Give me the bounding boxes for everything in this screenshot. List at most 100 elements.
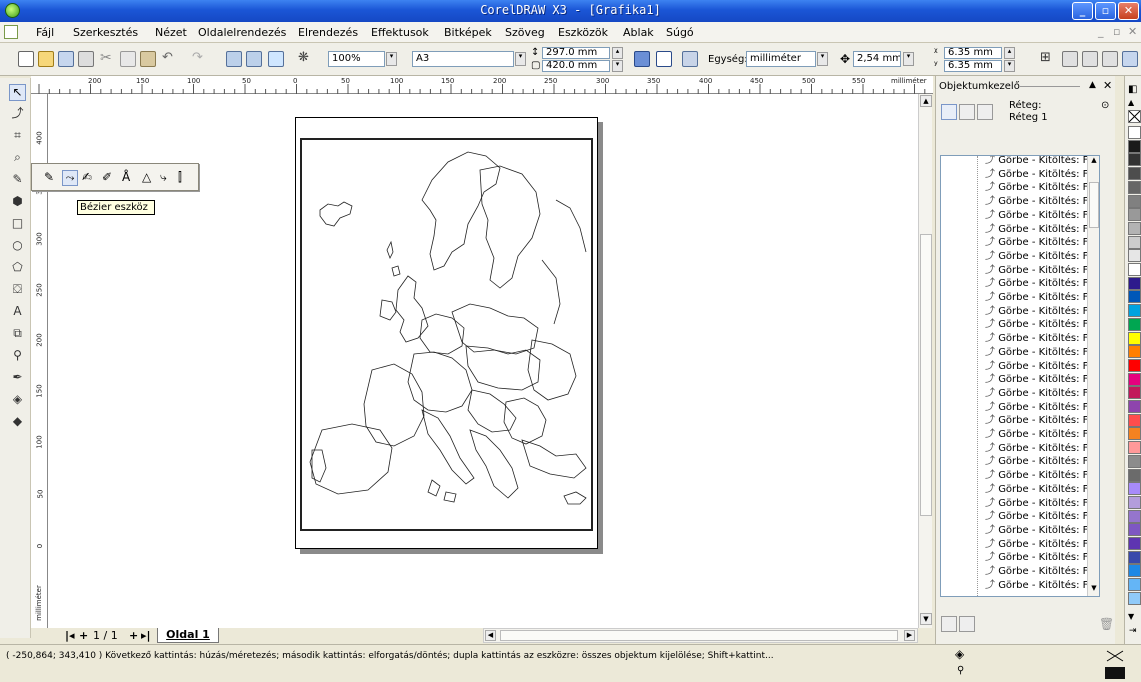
dimension-tool-icon[interactable]: ⫿ [178,170,194,186]
snap-grid-icon[interactable] [1062,51,1078,67]
smart-fill-tool-icon[interactable]: ⬢ [9,194,26,211]
zoom-tool-icon[interactable]: ⌕ [9,150,26,167]
close-button[interactable]: ✕ [1118,2,1139,20]
grid-icon[interactable]: ⊞ [1040,51,1056,67]
doc-restore-icon[interactable]: ▫ [1113,25,1120,38]
pick-tool-icon[interactable]: ↖ [9,84,26,101]
palette-scroll-down-icon[interactable]: ▼ [1128,612,1134,621]
color-swatch[interactable] [1128,180,1141,194]
snap-guides-icon[interactable] [1082,51,1098,67]
add-page-before-icon[interactable]: + [79,629,88,642]
color-swatch[interactable] [1128,372,1141,386]
object-list-item[interactable]: ⤴ Görbe - Kitöltés: F [985,578,1088,594]
hscroll-thumb[interactable] [500,630,898,641]
europe-map[interactable] [302,140,591,529]
palette-scroll-up-icon[interactable]: ▲ [1128,98,1134,107]
undo-icon[interactable]: ↶ [162,51,178,67]
save-icon[interactable] [58,51,74,67]
3-point-curve-icon[interactable]: △ [142,170,158,186]
color-swatch[interactable] [1128,413,1141,427]
paper-type-field[interactable]: A3 [412,51,514,67]
canvas-horizontal-scrollbar[interactable]: ◀ ▶ [483,628,918,643]
duplicate-x-field[interactable]: 6.35 mm [944,47,1002,59]
nudge-field[interactable]: 2,54 mm [853,51,901,67]
interactive-blend-tool-icon[interactable]: ⧉ [9,326,26,343]
new-icon[interactable] [18,51,34,67]
open-icon[interactable] [38,51,54,67]
color-swatch[interactable] [1128,591,1141,605]
scroll-up-icon[interactable]: ▲ [920,95,932,107]
maximize-button[interactable]: ▫ [1095,2,1116,20]
menu-file[interactable]: Fájl [36,26,54,39]
palette-menu-icon[interactable]: ◧ [1128,84,1137,95]
color-swatch[interactable] [1128,550,1141,564]
duplicate-y-spinner[interactable]: ▾ [1004,60,1015,72]
snap-objects-icon[interactable] [1102,51,1118,67]
color-swatch[interactable] [1128,276,1141,290]
paper-height-spinner[interactable]: ▾ [612,60,623,72]
color-swatch[interactable] [1128,495,1141,509]
color-swatch[interactable] [1128,386,1141,400]
page-tab[interactable]: Oldal 1 [157,628,219,643]
menu-help[interactable]: Súgó [666,26,694,39]
portrait-icon[interactable] [634,51,650,67]
menu-bitmaps[interactable]: Bitképek [444,26,492,39]
menu-layout[interactable]: Oldalelrendezés [198,26,286,39]
all-pages-icon[interactable] [682,51,698,67]
palette-expand-icon[interactable]: ⇥ [1129,626,1137,636]
freehand-flyout-icon[interactable]: ✎ [44,170,60,186]
import-icon[interactable] [226,51,242,67]
first-page-icon[interactable]: |◂ [65,629,75,642]
paper-width-spinner[interactable]: ▴ [612,47,623,59]
document-icon[interactable] [4,25,18,39]
color-swatch[interactable] [1128,221,1141,235]
crop-tool-icon[interactable]: ⌗ [9,128,26,145]
duplicate-y-field[interactable]: 6.35 mm [944,60,1002,72]
unit-dropdown[interactable]: ▾ [817,52,828,66]
color-swatch[interactable] [1128,249,1141,263]
cut-icon[interactable]: ✂ [100,51,116,67]
interactive-fill-tool-icon[interactable]: ◆ [9,414,26,431]
print-icon[interactable] [78,51,94,67]
text-tool-icon[interactable]: A [9,304,26,321]
nudge-spinner[interactable]: ▾ [903,52,914,66]
copy-icon[interactable] [120,51,136,67]
color-swatch[interactable] [1128,345,1141,359]
zoom-dropdown[interactable]: ▾ [386,52,397,66]
color-swatch[interactable] [1128,263,1141,276]
menu-window[interactable]: Ablak [623,26,654,39]
doc-minimize-icon[interactable]: _ [1098,25,1104,38]
dynamic-guides-icon[interactable] [1122,51,1138,67]
color-swatch[interactable] [1128,331,1141,345]
freehand-tool-icon[interactable]: ✎ [9,172,26,189]
menu-effects[interactable]: Effektusok [371,26,429,39]
polygon-tool-icon[interactable]: ⬠ [9,260,26,277]
color-swatch[interactable] [1128,235,1141,249]
paper-type-dropdown[interactable]: ▾ [515,52,526,66]
fill-indicator-icon[interactable]: ◈ [955,647,964,661]
doc-close-icon[interactable]: ✕ [1128,25,1137,38]
paper-width-field[interactable]: 297.0 mm [542,47,610,59]
object-list-scrollbar[interactable]: ▲ ▼ [1087,156,1099,596]
scroll-down-icon[interactable]: ▼ [920,613,932,625]
unit-field[interactable]: milliméter [746,51,816,67]
app-launcher-icon[interactable] [268,51,284,67]
color-swatch[interactable] [1128,454,1141,468]
outline-indicator-icon[interactable]: ⚲ [957,665,964,676]
horizontal-ruler[interactable]: 200 150 100 50 0 50 100 150 200 250 300 … [31,76,933,94]
color-swatch[interactable] [1128,427,1141,441]
color-swatch[interactable] [1128,126,1141,139]
color-swatch[interactable] [1128,578,1141,592]
list-scroll-thumb[interactable] [1089,182,1099,228]
delete-icon[interactable]: 🗑 [1099,617,1114,631]
color-swatch[interactable] [1128,564,1141,578]
rectangle-tool-icon[interactable]: □ [9,216,26,233]
color-swatch[interactable] [1128,468,1141,482]
color-swatch[interactable] [1128,139,1141,153]
object-list[interactable]: ⤴ Görbe - Kitöltés: F ⤴ Görbe - Kitöltés:… [940,155,1100,597]
docker-menu-icon[interactable]: ⊙ [1101,100,1109,111]
color-swatch[interactable] [1128,167,1141,181]
color-swatch[interactable] [1128,290,1141,304]
color-swatch[interactable] [1128,482,1141,496]
pen-tool-icon[interactable]: ✐ [102,170,118,186]
